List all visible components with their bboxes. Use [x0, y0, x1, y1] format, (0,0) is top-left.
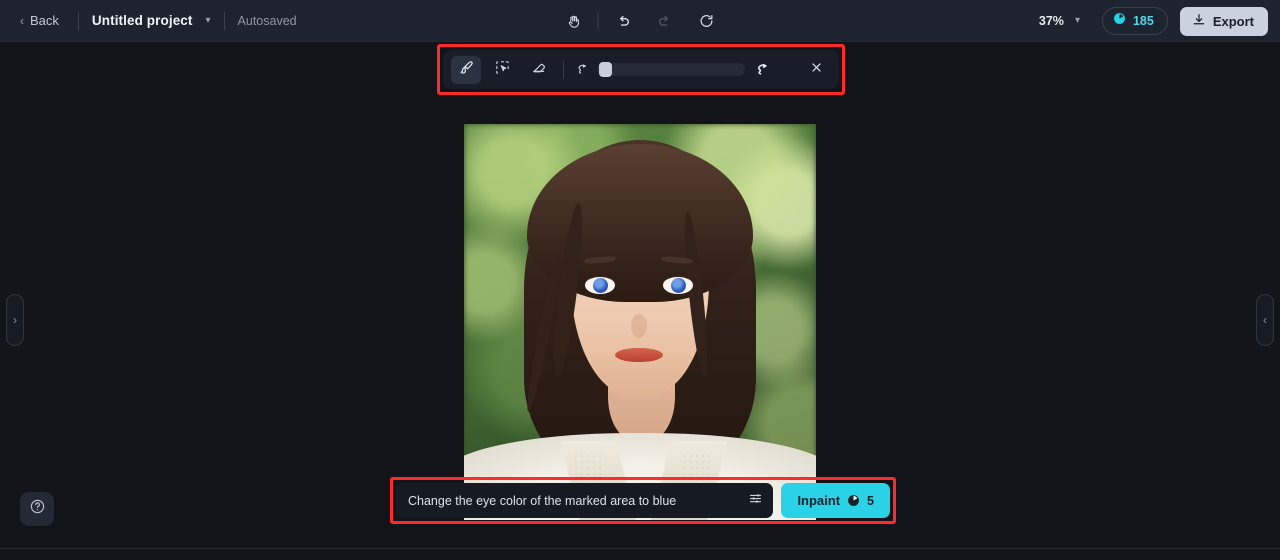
close-brush-toolbar-button[interactable] — [801, 56, 831, 84]
question-circle-icon — [29, 498, 46, 520]
image-artboard[interactable] — [464, 124, 816, 520]
header-right-group: 37% ▾ 185 Export — [1039, 0, 1268, 42]
zoom-level-value: 37% — [1038, 14, 1064, 28]
hand-icon — [566, 14, 581, 29]
prompt-input[interactable]: Change the eye color of the marked area … — [396, 483, 774, 518]
credits-badge[interactable]: 185 — [1101, 7, 1168, 35]
zoom-control[interactable]: 37% ▾ — [1039, 14, 1080, 28]
brush-toolbar-divider — [563, 60, 564, 79]
reset-view-button[interactable] — [693, 7, 721, 35]
download-icon — [1192, 13, 1206, 30]
eraser-tool-button[interactable] — [523, 56, 553, 84]
chevron-left-icon: ‹ — [1263, 313, 1267, 327]
select-tool-button[interactable] — [487, 56, 517, 84]
chevron-down-icon[interactable]: ▾ — [206, 15, 211, 26]
credits-value: 185 — [1132, 14, 1154, 28]
inpaint-cost-value: 5 — [867, 493, 874, 508]
iris-right — [670, 278, 686, 294]
redo-arrow-icon — [656, 13, 673, 30]
undo-button[interactable] — [609, 7, 637, 35]
right-panel-toggle[interactable]: ‹ — [1256, 294, 1274, 346]
brush-size-slider-thumb[interactable] — [599, 62, 612, 77]
header-left-group: ‹ Back Untitled project ▾ Autosaved — [0, 9, 297, 32]
inpaint-editor-app: ‹ Back Untitled project ▾ Autosaved 37% … — [0, 0, 1280, 560]
chevron-down-icon: ▾ — [1074, 15, 1080, 26]
inpaint-submit-button[interactable]: Inpaint 5 — [781, 483, 890, 518]
project-name[interactable]: Untitled project — [92, 13, 193, 28]
header-center-divider — [597, 13, 599, 29]
help-button[interactable] — [20, 492, 54, 526]
prompt-bar: Change the eye color of the marked area … — [396, 483, 890, 518]
header-divider-1 — [77, 11, 79, 30]
undo-arrow-icon — [614, 13, 631, 30]
back-button[interactable]: ‹ Back — [14, 9, 65, 32]
eye-left — [585, 276, 616, 294]
prompt-input-value: Change the eye color of the marked area … — [408, 493, 677, 508]
hand-tool-button[interactable] — [560, 7, 588, 35]
brush-size-small-icon — [574, 62, 589, 77]
back-button-label: Back — [30, 13, 59, 28]
autosave-status: Autosaved — [237, 13, 297, 28]
tune-sliders-icon[interactable] — [748, 491, 763, 511]
brush-size-large-icon — [753, 61, 770, 78]
export-button[interactable]: Export — [1179, 6, 1268, 36]
chevron-left-icon: ‹ — [20, 13, 24, 28]
app-footer — [0, 548, 1280, 560]
coin-icon — [847, 494, 860, 507]
export-button-label: Export — [1212, 13, 1254, 29]
coin-icon — [1113, 12, 1126, 30]
redo-button[interactable] — [651, 7, 679, 35]
brush-tool-button[interactable] — [451, 55, 481, 84]
brush-toolbar — [443, 50, 839, 89]
refresh-icon — [699, 13, 715, 29]
chevron-right-icon: › — [13, 313, 17, 327]
eye-right — [662, 276, 693, 294]
app-header: ‹ Back Untitled project ▾ Autosaved 37% … — [0, 0, 1280, 42]
lips — [615, 347, 663, 362]
inpaint-button-label: Inpaint — [797, 493, 841, 508]
editor-canvas[interactable]: › ‹ — [0, 42, 1280, 548]
eraser-icon — [530, 59, 547, 81]
header-divider-2 — [223, 11, 225, 30]
iris-left — [593, 278, 609, 294]
magic-select-icon — [494, 59, 511, 81]
left-panel-toggle[interactable]: › — [6, 294, 24, 346]
close-icon — [810, 61, 823, 78]
header-center-tools — [560, 0, 721, 42]
brush-size-slider[interactable] — [597, 62, 745, 77]
nose — [631, 314, 648, 338]
brush-icon — [458, 59, 475, 81]
